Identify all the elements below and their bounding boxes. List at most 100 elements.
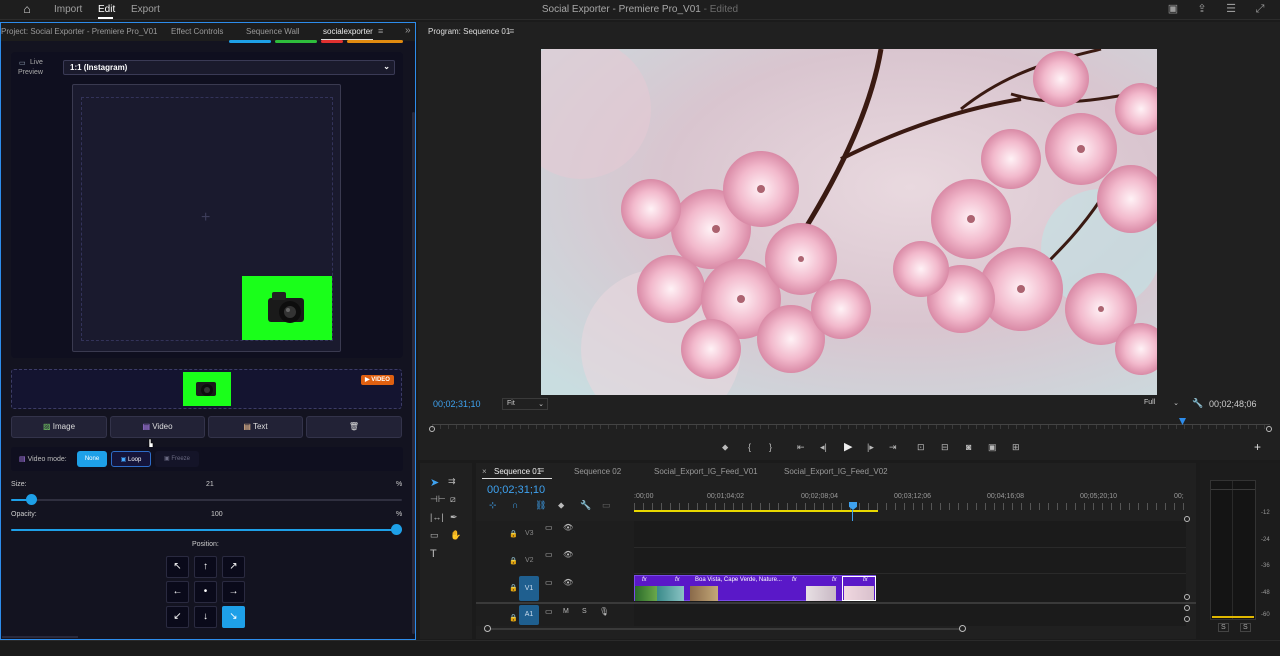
tab-project[interactable]: Project: Social Exporter - Premiere Pro_… bbox=[1, 27, 158, 36]
position-right-button[interactable]: → bbox=[222, 581, 245, 603]
position-bottom-button[interactable]: ↓ bbox=[194, 606, 217, 628]
go-to-in-icon[interactable]: ⇤ bbox=[797, 442, 805, 453]
lock-v1-icon[interactable]: 🔒 bbox=[509, 584, 518, 592]
lift-icon[interactable]: ⊡ bbox=[917, 442, 925, 453]
fit-select[interactable]: Fit ⌄ bbox=[502, 398, 548, 410]
wrench-icon[interactable]: 🔧 bbox=[1192, 398, 1203, 409]
type-tool-icon[interactable]: T bbox=[430, 548, 437, 560]
pen-tool-icon[interactable]: ✒ bbox=[450, 512, 458, 523]
lock-a1-icon[interactable]: 🔒 bbox=[509, 614, 518, 622]
track-lane-v3[interactable] bbox=[634, 521, 1186, 548]
microphone-icon[interactable]: 🎙 bbox=[599, 607, 609, 616]
position-top-right-button[interactable]: ↗ bbox=[222, 556, 245, 578]
position-center-button[interactable]: • bbox=[194, 581, 217, 603]
track-lane-a1[interactable] bbox=[634, 604, 1186, 626]
captions-icon[interactable]: ▭ bbox=[602, 500, 611, 511]
position-bottom-right-button[interactable]: ↘ bbox=[222, 606, 245, 628]
track-lane-v2[interactable] bbox=[634, 548, 1186, 574]
mode-freeze-button[interactable]: ▣ Freeze bbox=[155, 451, 199, 467]
position-top-left-button[interactable]: ↖ bbox=[166, 556, 189, 578]
slip-tool-icon[interactable]: |↔| bbox=[430, 512, 444, 522]
v-scroll-mid-handle[interactable] bbox=[1184, 594, 1190, 600]
size-slider-track[interactable] bbox=[11, 499, 402, 501]
panel-scrollbar-h[interactable] bbox=[2, 636, 78, 638]
position-bottom-left-button[interactable]: ↙ bbox=[166, 606, 189, 628]
extract-icon[interactable]: ⊟ bbox=[941, 442, 949, 453]
add-image-button[interactable]: ▨ Image bbox=[11, 416, 107, 438]
preview-canvas[interactable]: + bbox=[72, 84, 341, 352]
a-scroll-bottom-handle[interactable] bbox=[1184, 616, 1190, 622]
snap-magnet-icon[interactable]: ∩ bbox=[512, 500, 518, 510]
solo-a1-button[interactable]: S bbox=[582, 608, 587, 615]
h-scroll-right-handle[interactable] bbox=[959, 625, 966, 632]
mode-loop-button[interactable]: ▣ Loop bbox=[111, 451, 151, 467]
eye-v2-icon[interactable]: 👁 bbox=[563, 550, 573, 559]
timeline-tab-menu-icon[interactable]: ≡ bbox=[539, 465, 544, 475]
ruler-zoom-right-handle[interactable] bbox=[1266, 426, 1272, 432]
media-drop-zone[interactable]: ▶ VIDEO bbox=[11, 369, 402, 409]
toggle-sync-v1-icon[interactable]: ▭ bbox=[545, 578, 553, 587]
lock-v2-icon[interactable]: 🔒 bbox=[509, 557, 518, 565]
tab-effect-controls[interactable]: Effect Controls bbox=[171, 27, 223, 36]
panel-menu-icon[interactable]: ≡ bbox=[378, 26, 383, 36]
step-back-icon[interactable]: ◂| bbox=[820, 442, 827, 453]
mark-in-icon[interactable]: { bbox=[748, 442, 751, 452]
selection-tool-icon[interactable]: ➤ bbox=[430, 476, 439, 489]
timeline-h-scrollbar[interactable] bbox=[487, 628, 965, 630]
mute-a1-button[interactable]: M bbox=[563, 608, 569, 615]
ripple-edit-tool-icon[interactable]: ⊣⊢ bbox=[430, 494, 446, 505]
hand-tool-icon[interactable]: ✋ bbox=[450, 530, 461, 541]
delete-button[interactable]: 🗑 bbox=[306, 416, 402, 438]
mode-none-button[interactable]: None bbox=[77, 451, 107, 467]
mark-out-icon[interactable]: } bbox=[769, 442, 772, 452]
linked-selection-icon[interactable]: ⛓ bbox=[535, 500, 546, 511]
format-select[interactable]: 1:1 (Instagram) ⌄ bbox=[63, 60, 395, 75]
timeline-tab-seq01[interactable]: Sequence 01 bbox=[494, 467, 541, 476]
add-marker-icon[interactable]: ⬥ bbox=[722, 442, 728, 453]
work-area-bar[interactable] bbox=[634, 510, 878, 512]
media-thumbnail[interactable] bbox=[183, 372, 231, 406]
add-text-button[interactable]: ▤ Text bbox=[208, 416, 303, 438]
share-icon[interactable]: ⇪ bbox=[1195, 2, 1209, 16]
go-to-out-icon[interactable]: ⇥ bbox=[889, 442, 897, 453]
close-tab-icon[interactable]: × bbox=[482, 467, 487, 476]
meter-solo-left[interactable]: S bbox=[1218, 623, 1229, 632]
meter-solo-right[interactable]: S bbox=[1240, 623, 1251, 632]
tab-sequence-wall[interactable]: Sequence Wall bbox=[246, 27, 300, 36]
razor-tool-icon[interactable]: ⧄ bbox=[450, 494, 456, 505]
fullscreen-icon[interactable]: ⤢ bbox=[1253, 2, 1267, 16]
comparison-view-icon[interactable]: ▣ bbox=[988, 442, 997, 453]
proxy-toggle-icon[interactable]: ⊞ bbox=[1012, 442, 1020, 453]
ruler-zoom-left-handle[interactable] bbox=[429, 426, 435, 432]
v-scroll-top-handle[interactable] bbox=[1184, 516, 1190, 522]
opacity-slider-thumb[interactable] bbox=[391, 524, 402, 535]
menu-lines-icon[interactable]: ☰ bbox=[1224, 2, 1238, 16]
workspaces-icon[interactable]: ▣ bbox=[1166, 2, 1180, 16]
timeline-tab-ig-v01[interactable]: Social_Export_IG_Feed_V01 bbox=[654, 467, 758, 476]
play-icon[interactable]: ▶ bbox=[844, 440, 852, 453]
toggle-sync-v2-icon[interactable]: ▭ bbox=[545, 550, 553, 559]
eye-v1-icon[interactable]: 👁 bbox=[563, 578, 573, 587]
panel-scrollbar-v[interactable] bbox=[412, 112, 415, 634]
more-tabs-chevron-icon[interactable]: » bbox=[405, 25, 411, 36]
video-clip-sequence[interactable]: fx fx Boa Vista, Cape Verde, Nature... f… bbox=[634, 575, 876, 601]
lock-v3-icon[interactable]: 🔒 bbox=[509, 530, 518, 538]
insert-sequence-icon[interactable]: ⊹ bbox=[489, 500, 497, 511]
tab-socialexporter[interactable]: socialexporter bbox=[323, 27, 373, 36]
toggle-sync-v3-icon[interactable]: ▭ bbox=[545, 523, 553, 532]
program-video-frame[interactable] bbox=[541, 49, 1157, 395]
h-scroll-left-handle[interactable] bbox=[484, 625, 491, 632]
timeline-tab-seq02[interactable]: Sequence 02 bbox=[574, 467, 621, 476]
track-target-a1[interactable]: A1 bbox=[519, 605, 539, 625]
add-button-icon[interactable]: + bbox=[1254, 440, 1261, 454]
timeline-tab-ig-v02[interactable]: Social_Export_IG_Feed_V02 bbox=[784, 467, 888, 476]
timeline-marker-icon[interactable]: ⬥ bbox=[558, 500, 564, 511]
track-target-v1[interactable]: V1 bbox=[519, 576, 539, 601]
position-left-button[interactable]: ← bbox=[166, 581, 189, 603]
resolution-select[interactable]: Full ⌄ bbox=[1140, 398, 1182, 410]
rectangle-tool-icon[interactable]: ▭ bbox=[430, 530, 439, 541]
step-forward-icon[interactable]: |▸ bbox=[867, 442, 874, 453]
track-select-tool-icon[interactable]: ⇉ bbox=[448, 476, 456, 487]
size-slider-thumb[interactable] bbox=[26, 494, 37, 505]
export-frame-camera-icon[interactable]: ◙ bbox=[966, 442, 971, 452]
